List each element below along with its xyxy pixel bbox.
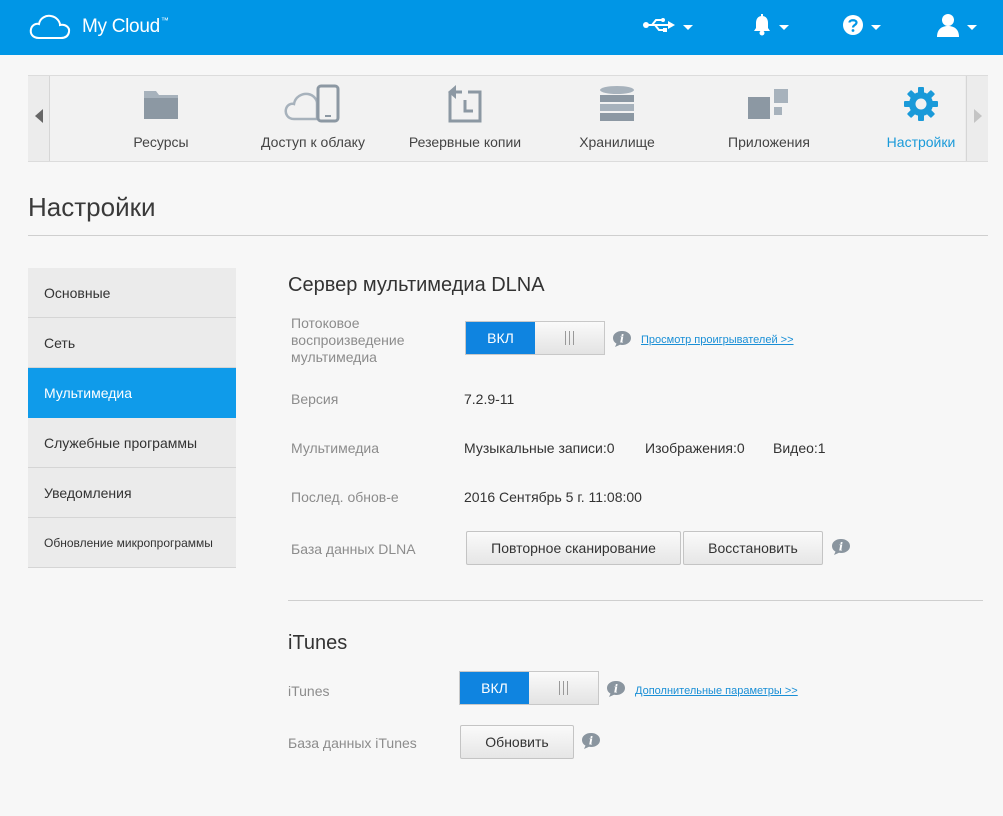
media-label: Мультимедиа [291, 440, 379, 456]
nav-items: Ресурсы Доступ к облаку Резервные копии … [50, 76, 965, 161]
nav-item-backups[interactable]: Резервные копии [389, 76, 541, 161]
video-count: Видео:1 [773, 440, 826, 456]
sidebar-item-label: Служебные программы [44, 434, 198, 451]
chevron-down-icon [683, 24, 693, 30]
info-icon[interactable]: i [606, 680, 626, 698]
sidebar-item-label: Мультимедиа [44, 384, 132, 401]
bell-icon [752, 13, 772, 41]
version-label: Версия [291, 391, 339, 407]
sidebar-item-firmware-update[interactable]: Обновление микропрограммы [28, 518, 236, 568]
nav-item-label: Доступ к облаку [261, 134, 365, 150]
nav-scroll-left-button[interactable] [28, 76, 50, 161]
svg-text:i: i [620, 333, 624, 346]
top-bar: My Cloud™ [0, 0, 1003, 55]
music-count: Музыкальные записи:0 [464, 440, 615, 456]
version-value: 7.2.9-11 [464, 391, 515, 407]
brand-logo[interactable]: My Cloud™ [28, 12, 169, 42]
svg-text:i: i [589, 735, 593, 748]
sidebar-item-utilities[interactable]: Служебные программы [28, 418, 236, 468]
advanced-settings-link[interactable]: Дополнительные параметры >> [635, 685, 798, 697]
streaming-label: Потоковое воспроизведение мультимедиа [291, 315, 405, 365]
sidebar-item-label: Обновление микропрограммы [44, 535, 213, 550]
nav-item-label: Приложения [728, 134, 810, 150]
itunes-db-label: База данных iTunes [288, 735, 417, 751]
sidebar-item-label: Основные [44, 284, 111, 301]
refresh-button[interactable]: Обновить [460, 725, 574, 759]
user-menu[interactable] [936, 12, 977, 42]
itunes-toggle-label: iTunes [288, 683, 330, 699]
backup-icon [389, 84, 541, 124]
sidebar-item-label: Сеть [44, 334, 76, 351]
divider [28, 235, 988, 236]
folder-icon [85, 84, 237, 124]
section-divider [288, 600, 983, 601]
chevron-right-icon [973, 108, 983, 129]
usb-icon [642, 17, 676, 38]
info-icon[interactable]: i [612, 330, 632, 348]
itunes-toggle[interactable]: ВКЛ [459, 671, 599, 705]
chevron-left-icon [34, 108, 44, 129]
chevron-down-icon [779, 24, 789, 30]
settings-sidebar: Основные Сеть Мультимедиа Служебные прог… [28, 268, 236, 568]
nav-item-label: Ресурсы [133, 134, 189, 150]
nav-item-shares[interactable]: Ресурсы [85, 76, 237, 161]
storage-icon [541, 84, 693, 124]
svg-text:i: i [614, 683, 618, 696]
rescan-button[interactable]: Повторное сканирование [466, 531, 681, 565]
cloud-device-icon [237, 84, 389, 124]
nav-item-cloud-access[interactable]: Доступ к облаку [237, 76, 389, 161]
page-title: Настройки [28, 192, 156, 222]
chevron-down-icon [967, 24, 977, 30]
nav-scroll-right-button[interactable] [966, 76, 988, 161]
nav-item-label: Резервные копии [408, 134, 522, 150]
nav-item-label: Хранилище [579, 134, 655, 150]
sidebar-item-label: Уведомления [44, 484, 132, 501]
usb-menu[interactable] [642, 12, 693, 42]
last-update-value: 2016 Сентябрь 5 г. 11:08:00 [464, 489, 642, 505]
brand-name: My Cloud™ [82, 16, 169, 37]
restore-button[interactable]: Восстановить [683, 531, 823, 565]
toggle-handle[interactable] [529, 672, 598, 704]
info-icon[interactable]: i [831, 538, 851, 556]
nav-item-apps[interactable]: Приложения [693, 76, 845, 161]
sidebar-item-notifications[interactable]: Уведомления [28, 468, 236, 518]
svg-text:i: i [839, 541, 843, 554]
notifications-menu[interactable] [752, 12, 789, 42]
sidebar-item-general[interactable]: Основные [28, 268, 236, 318]
cloud-logo-icon [28, 13, 72, 41]
itunes-section-title: iTunes [288, 632, 348, 654]
sidebar-item-media[interactable]: Мультимедиа [28, 368, 236, 418]
toggle-on-label: ВКЛ [460, 672, 529, 704]
main-navigation: Ресурсы Доступ к облаку Резервные копии … [28, 75, 988, 162]
view-players-link[interactable]: Просмотр проигрывателей >> [641, 334, 794, 346]
help-menu[interactable] [842, 12, 881, 42]
last-update-label: Послед. обнов-е [291, 489, 399, 505]
info-icon[interactable]: i [581, 732, 601, 750]
dlna-db-label: База данных DLNA [291, 541, 416, 557]
help-icon [842, 14, 864, 41]
dlna-streaming-toggle[interactable]: ВКЛ [465, 321, 605, 355]
sidebar-item-network[interactable]: Сеть [28, 318, 236, 368]
toggle-handle[interactable] [535, 322, 604, 354]
chevron-down-icon [871, 24, 881, 30]
dlna-section-title: Сервер мультимедиа DLNA [288, 274, 545, 296]
user-icon [936, 13, 960, 42]
nav-item-storage[interactable]: Хранилище [541, 76, 693, 161]
toggle-on-label: ВКЛ [466, 322, 535, 354]
apps-icon [693, 84, 845, 124]
images-count: Изображения:0 [645, 440, 745, 456]
